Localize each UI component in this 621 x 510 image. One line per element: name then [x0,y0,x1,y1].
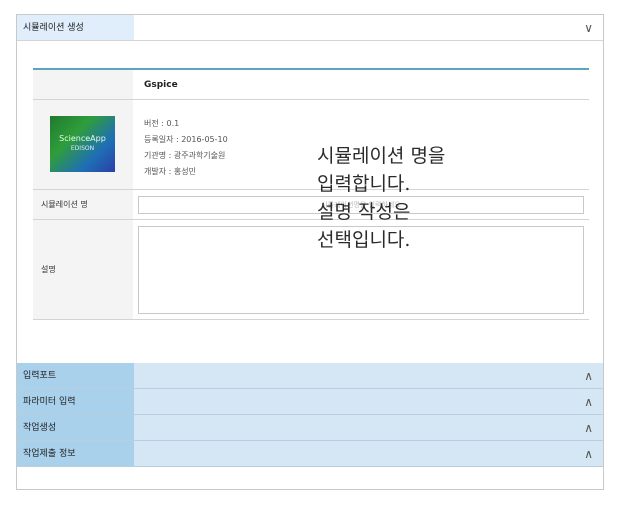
section-label: 작업생성 [17,415,134,440]
app-developer: 개발자 : 홍성민 [144,167,196,176]
section-header-job-create[interactable]: 작업생성 ∧ [17,415,603,441]
thumbnail-subtitle: EDISON [70,145,95,152]
description-label: 설명 [41,265,56,274]
app-info-table: Gspice ScienceApp EDISON 버전 : 0.1 등록일자 :… [33,68,589,339]
chevron-up-icon[interactable]: ∧ [584,415,593,441]
simulation-name-label: 시뮬레이션 명 [41,200,88,209]
chevron-up-icon[interactable]: ∧ [584,363,593,389]
create-simulation-content: Gspice ScienceApp EDISON 버전 : 0.1 등록일자 :… [17,41,603,363]
chevron-down-icon[interactable]: ∨ [584,15,593,41]
section-header-job-submit-info[interactable]: 작업제출 정보 ∧ [17,441,603,467]
section-label: 시뮬레이션 생성 [17,15,134,40]
app-meta: 버전 : 0.1 등록일자 : 2016-05-10 기관명 : 광주과학기술원… [144,116,228,180]
section-header-parameter-input[interactable]: 파라미터 입력 ∧ [17,389,603,415]
section-label: 작업제출 정보 [17,441,134,466]
app-thumbnail: ScienceApp EDISON [50,116,115,172]
description-row: 설명 [33,220,589,320]
description-textarea[interactable] [138,226,584,314]
thumbnail-title: ScienceApp [59,134,106,143]
app-name: Gspice [144,80,178,90]
section-label: 입력포트 [17,363,134,388]
simulation-name-input[interactable] [138,196,584,214]
app-version: 버전 : 0.1 [144,119,180,128]
section-header-create-simulation[interactable]: 시뮬레이션 생성 ∨ [17,15,603,41]
section-header-input-port[interactable]: 입력포트 ∧ [17,363,603,389]
app-registered-date: 등록일자 : 2016-05-10 [144,135,228,144]
chevron-up-icon[interactable]: ∧ [584,441,593,467]
simulation-name-row: 시뮬레이션 명 [33,190,589,220]
app-detail-row: ScienceApp EDISON 버전 : 0.1 등록일자 : 2016-0… [33,100,589,190]
section-label: 파라미터 입력 [17,389,134,414]
simulation-panel: 시뮬레이션 생성 ∨ Gspice ScienceApp EDISON 버전 :… [16,14,604,490]
app-organization: 기관명 : 광주과학기술원 [144,151,226,160]
app-name-row: Gspice [33,70,589,100]
chevron-up-icon[interactable]: ∧ [584,389,593,415]
